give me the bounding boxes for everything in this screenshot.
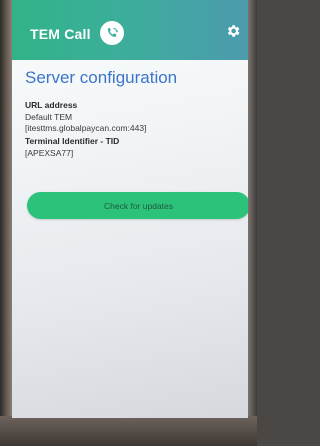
page-title: Server configuration [25, 68, 178, 87]
url-name-value: Default TEM [25, 112, 73, 122]
phone-screen: TEM Call Server configuration URL addres… [12, 0, 248, 418]
tid-label: Terminal Identifier - TID [25, 136, 120, 146]
device-frame-right [248, 0, 257, 446]
device-frame-left [0, 0, 12, 446]
app-bar: TEM Call [12, 0, 248, 60]
url-address-value: [itesttms.globalpaycan.com:443] [25, 123, 147, 133]
gear-icon[interactable] [222, 20, 244, 42]
phone-sync-icon[interactable] [100, 21, 124, 45]
url-address-label: URL address [25, 100, 78, 110]
app-title: TEM Call [30, 26, 91, 42]
device-frame-bottom [0, 416, 257, 446]
check-updates-button[interactable]: Check for updates [27, 192, 248, 219]
tid-value: [APEXSA77] [25, 148, 74, 158]
